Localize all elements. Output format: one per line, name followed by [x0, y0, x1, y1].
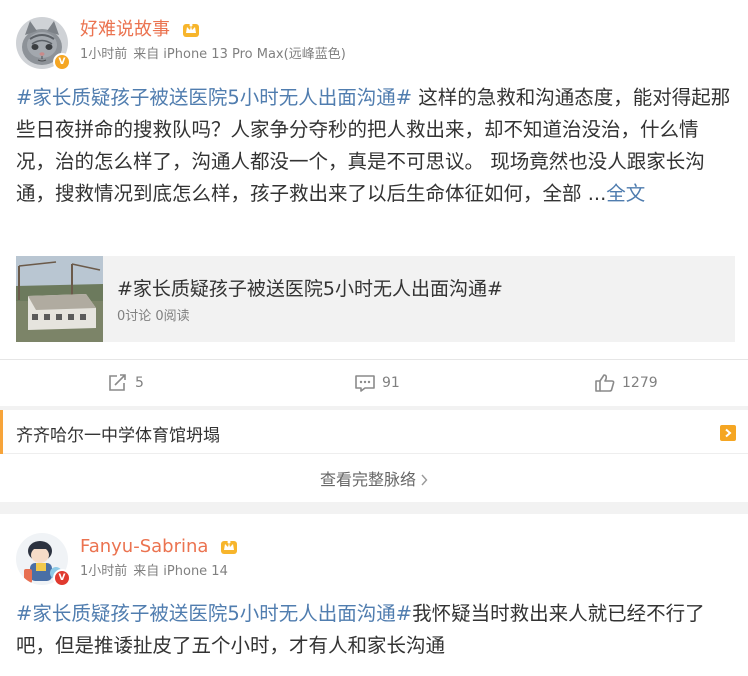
topic-row[interactable]: 齐齐哈尔一中学体育馆坍塌 — [0, 410, 748, 454]
full-text-link[interactable]: 全文 — [606, 182, 645, 205]
like-button[interactable]: 1279 — [594, 360, 658, 406]
topic-accent-bar — [0, 410, 3, 454]
post-meta: 1小时前 来自 iPhone 14 — [80, 564, 228, 580]
crown-badge-icon — [182, 21, 200, 44]
source-prefix: 来自 — [133, 47, 160, 62]
verified-badge-icon: V — [53, 53, 71, 71]
post-text: #家长质疑孩子被送医院5小时无人出面沟通# 这样的急救和沟通态度，能对得起那些日… — [16, 82, 734, 210]
view-full-context-label[interactable]: 查看完整脉络 — [320, 470, 416, 489]
like-icon — [595, 374, 615, 392]
comment-button[interactable]: 91 — [354, 360, 400, 406]
weibo-post: V Fanyu-Sabrina 1小时前 来自 iPhone 14 #家长质疑孩子被… — [0, 514, 748, 676]
arrow-right-icon[interactable] — [720, 425, 736, 441]
linked-topic-card[interactable]: #家长质疑孩子被送医院5小时无人出面沟通# 0讨论 0阅读 — [16, 256, 735, 342]
post-time[interactable]: 1小时前 — [80, 47, 127, 62]
post-meta: 1小时前 来自 iPhone 13 Pro Max(远峰蓝色) — [80, 47, 346, 63]
comment-icon — [355, 375, 375, 392]
post-source[interactable]: iPhone 14 — [163, 564, 228, 579]
username-text[interactable]: 好难说故事 — [80, 19, 170, 40]
topic-label[interactable]: 齐齐哈尔一中学体育馆坍塌 — [16, 421, 220, 446]
comment-count: 91 — [382, 375, 400, 391]
avatar[interactable]: V — [16, 17, 71, 71]
verified-badge-icon: V — [53, 569, 71, 587]
linked-topic-stats: 0讨论 0阅读 — [117, 309, 190, 324]
view-full-context-link[interactable]: 查看完整脉络 — [0, 466, 748, 490]
repost-button[interactable]: 5 — [107, 360, 144, 406]
repost-count: 5 — [135, 375, 144, 391]
post-source[interactable]: iPhone 13 Pro Max(远峰蓝色) — [163, 47, 345, 62]
hashtag-link[interactable]: #家长质疑孩子被送医院5小时无人出面沟通# — [16, 602, 412, 625]
username[interactable]: 好难说故事 — [80, 19, 200, 44]
action-bar: 5 91 1279 — [0, 359, 748, 405]
hashtag-link[interactable]: #家长质疑孩子被送医院5小时无人出面沟通# — [16, 86, 412, 109]
source-prefix: 来自 — [133, 564, 160, 579]
crown-badge-icon — [220, 538, 238, 561]
topic-context-card: 齐齐哈尔一中学体育馆坍塌 查看完整脉络 — [0, 410, 748, 502]
repost-icon — [109, 374, 126, 391]
post-time[interactable]: 1小时前 — [80, 564, 127, 579]
username-text[interactable]: Fanyu-Sabrina — [80, 536, 208, 557]
post-text: #家长质疑孩子被送医院5小时无人出面沟通#我怀疑当时救出来人就已经不行了吧，但是… — [16, 598, 734, 662]
topic-thumbnail — [16, 256, 103, 342]
avatar[interactable]: V — [16, 533, 71, 587]
weibo-post: V 好难说故事 1小时前 来自 iPhone 13 Pro Max(远峰蓝色) #家… — [0, 0, 748, 406]
username[interactable]: Fanyu-Sabrina — [80, 536, 238, 561]
chevron-right-icon — [420, 471, 428, 490]
like-count: 1279 — [622, 375, 658, 391]
linked-topic-title[interactable]: #家长质疑孩子被送医院5小时无人出面沟通# — [117, 274, 503, 301]
